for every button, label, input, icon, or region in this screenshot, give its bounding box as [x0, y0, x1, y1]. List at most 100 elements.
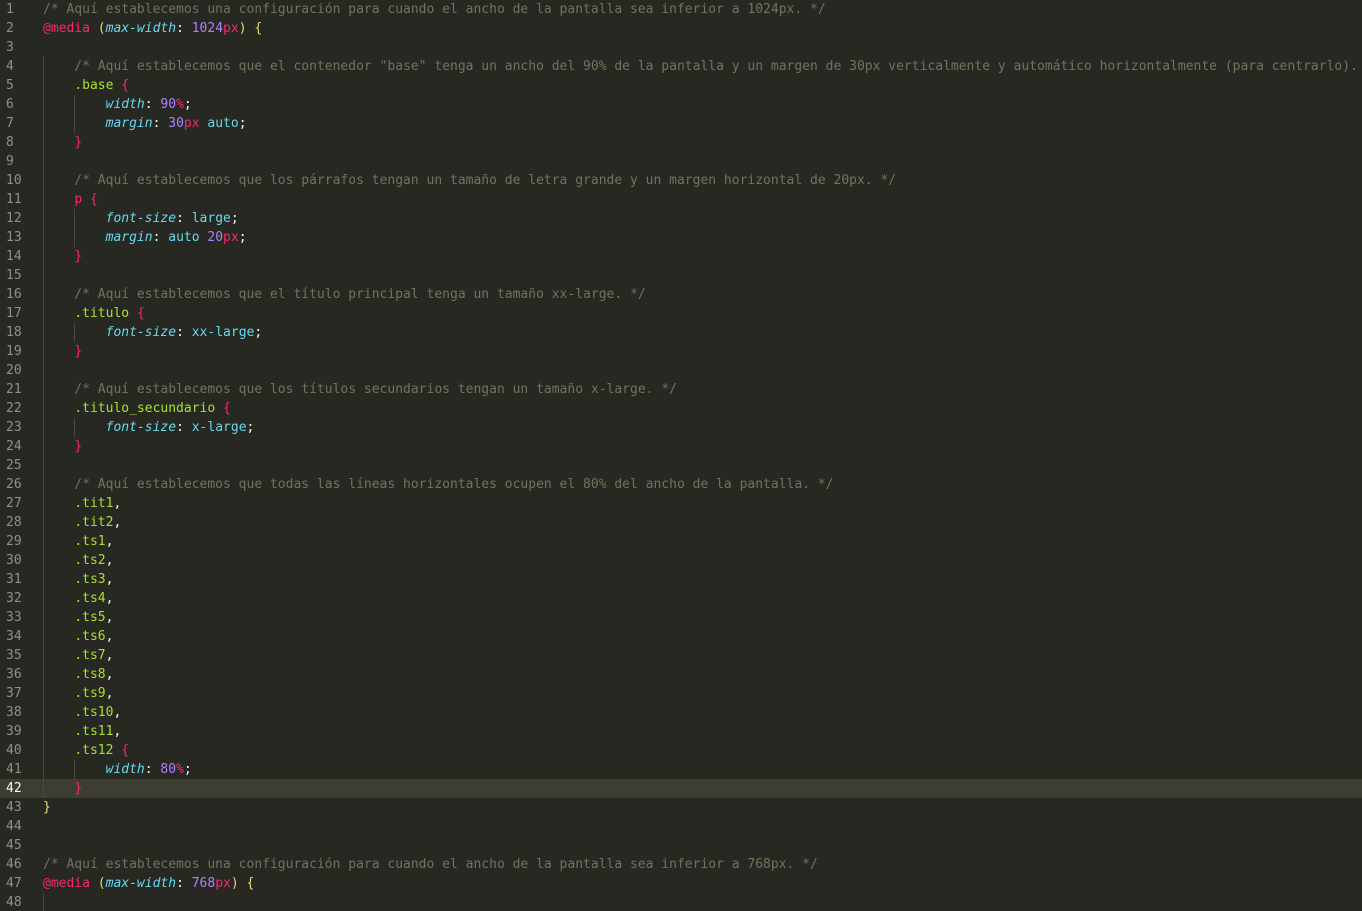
token-punct	[43, 534, 74, 549]
line-number: 32	[6, 591, 22, 606]
token-punct: ,	[105, 667, 114, 682]
token-brace-y: }	[43, 800, 51, 815]
code-line[interactable]: 9	[0, 152, 1362, 171]
token-punct: :	[176, 325, 192, 340]
token-punct	[43, 591, 74, 606]
code-editor[interactable]: 1 /* Aquí establecemos una configuración …	[0, 0, 1362, 911]
token-punct	[43, 496, 74, 511]
code-text: }	[43, 437, 1362, 456]
code-line[interactable]: 3	[0, 38, 1362, 57]
token-punct: :	[176, 21, 192, 36]
code-line[interactable]: 16 /* Aquí establecemos que el título pr…	[0, 285, 1362, 304]
code-line[interactable]: 14 }	[0, 247, 1362, 266]
token-brace-p: }	[74, 135, 83, 150]
token-punct	[90, 876, 98, 891]
code-line[interactable]: 39 .ts11,	[0, 722, 1362, 741]
code-line[interactable]: 30 .ts2,	[0, 551, 1362, 570]
token-num: 1024	[191, 21, 224, 36]
code-line[interactable]: 5 .base {	[0, 76, 1362, 95]
code-line[interactable]: 27 .tit1,	[0, 494, 1362, 513]
code-line[interactable]: 20	[0, 361, 1362, 380]
code-line[interactable]: 11 p {	[0, 190, 1362, 209]
code-line[interactable]: 47 @media (max-width: 768px) {	[0, 874, 1362, 893]
code-line[interactable]: 48	[0, 893, 1362, 911]
code-line[interactable]: 37 .ts9,	[0, 684, 1362, 703]
code-text: .ts10,	[43, 703, 1362, 722]
code-line[interactable]: 18 font-size: xx-large;	[0, 323, 1362, 342]
code-line[interactable]: 40 .ts12 {	[0, 741, 1362, 760]
code-line[interactable]: 22 .titulo_secundario {	[0, 399, 1362, 418]
token-selector: .ts11	[74, 724, 114, 739]
code-line[interactable]: 2 @media (max-width: 1024px) {	[0, 19, 1362, 38]
token-brace-y: {	[246, 876, 255, 891]
token-punct: ;	[238, 116, 247, 131]
code-line[interactable]: 23 font-size: x-large;	[0, 418, 1362, 437]
line-number: 14	[6, 249, 22, 264]
code-line[interactable]: 29 .ts1,	[0, 532, 1362, 551]
line-number: 12	[6, 211, 22, 226]
token-selector: .ts9	[74, 686, 106, 701]
token-num: 80	[160, 762, 177, 777]
code-line[interactable]: 15	[0, 266, 1362, 285]
code-line[interactable]: 6 width: 90%;	[0, 95, 1362, 114]
code-line[interactable]: 26 /* Aquí establecemos que todas las lí…	[0, 475, 1362, 494]
token-prop: font-size	[105, 211, 177, 226]
token-punct	[43, 610, 74, 625]
token-punct: ,	[113, 515, 122, 530]
token-punct	[82, 192, 90, 207]
token-punct: ,	[105, 534, 114, 549]
code-line[interactable]: 21 /* Aquí establecemos que los títulos …	[0, 380, 1362, 399]
code-line[interactable]: 43}	[0, 798, 1362, 817]
code-line[interactable]: 44	[0, 817, 1362, 836]
code-line[interactable]: 28 .tit2,	[0, 513, 1362, 532]
code-line[interactable]: 34 .ts6,	[0, 627, 1362, 646]
code-line[interactable]: 38 .ts10,	[0, 703, 1362, 722]
token-punct: ,	[105, 610, 114, 625]
token-selector: .base	[74, 78, 114, 93]
code-line[interactable]: 10 /* Aquí establecemos que los párrafos…	[0, 171, 1362, 190]
code-line[interactable]: 1 /* Aquí establecemos una configuración …	[0, 0, 1362, 19]
code-line[interactable]: 19 }	[0, 342, 1362, 361]
code-line[interactable]: 13 margin: auto 20px;	[0, 228, 1362, 247]
token-punct: :	[152, 230, 169, 245]
code-line[interactable]: 32 .ts4,	[0, 589, 1362, 608]
token-punct: ,	[105, 572, 114, 587]
token-comment: /* Aquí establecemos una configuración p…	[43, 2, 826, 17]
line-number: 18	[6, 325, 22, 340]
code-line[interactable]: 7 margin: 30px auto;	[0, 114, 1362, 133]
code-line[interactable]: 46 /* Aquí establecemos una configuración…	[0, 855, 1362, 874]
code-line[interactable]: 42 }	[0, 779, 1362, 798]
code-text: .tit2,	[43, 513, 1362, 532]
token-num: 90	[160, 97, 177, 112]
code-text: .ts6,	[43, 627, 1362, 646]
token-prop: font-size	[105, 325, 177, 340]
token-punct	[43, 344, 74, 359]
code-line[interactable]: 35 .ts7,	[0, 646, 1362, 665]
token-punct: ,	[105, 648, 114, 663]
code-line[interactable]: 24 }	[0, 437, 1362, 456]
token-unit: %	[176, 97, 184, 112]
token-num: 30	[168, 116, 184, 131]
code-line[interactable]: 8 }	[0, 133, 1362, 152]
code-text: .ts11,	[43, 722, 1362, 741]
code-line[interactable]: 17 .titulo {	[0, 304, 1362, 323]
token-punct	[43, 135, 74, 150]
token-unit: px	[223, 21, 239, 36]
token-num: 768	[191, 876, 216, 891]
code-text: .ts3,	[43, 570, 1362, 589]
token-brace-p: }	[74, 249, 83, 264]
code-line[interactable]: 4 /* Aquí establecemos que el contenedor…	[0, 57, 1362, 76]
line-number: 16	[6, 287, 22, 302]
code-line[interactable]: 45	[0, 836, 1362, 855]
code-line[interactable]: 31 .ts3,	[0, 570, 1362, 589]
code-line[interactable]: 25	[0, 456, 1362, 475]
code-text: /* Aquí establecemos que los párrafos te…	[43, 171, 1362, 190]
token-comment: /* Aquí establecemos que los párrafos te…	[43, 173, 897, 188]
code-line[interactable]: 41 width: 80%;	[0, 760, 1362, 779]
code-line[interactable]: 33 .ts5,	[0, 608, 1362, 627]
code-line[interactable]: 36 .ts8,	[0, 665, 1362, 684]
code-line[interactable]: 12 font-size: large;	[0, 209, 1362, 228]
code-text: .ts5,	[43, 608, 1362, 627]
indent-guide	[43, 361, 44, 380]
indent-guide	[43, 456, 44, 475]
